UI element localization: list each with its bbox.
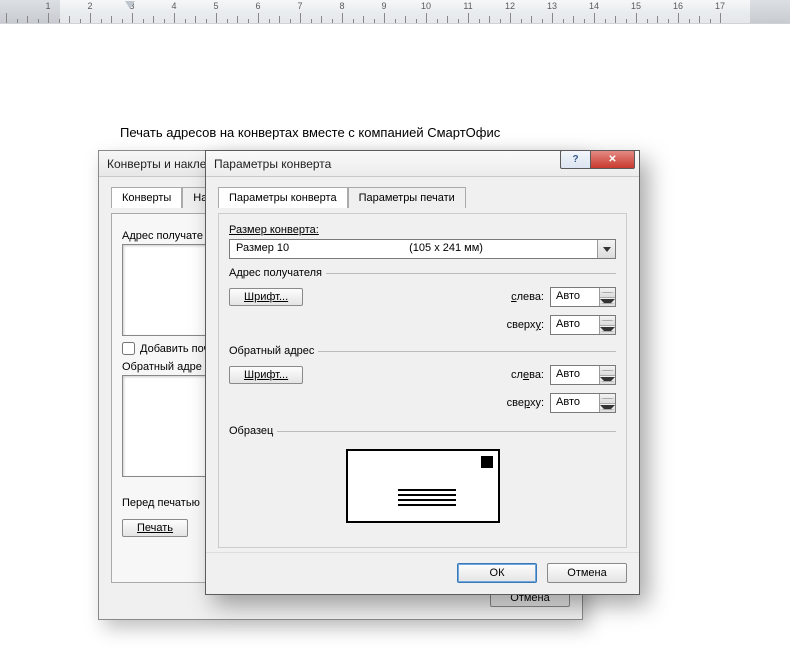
return-top-value: Авто bbox=[551, 394, 599, 412]
recipient-left-spinner[interactable]: Авто bbox=[550, 287, 616, 307]
spinner-up-icon[interactable] bbox=[600, 288, 615, 298]
spinner-up-icon[interactable] bbox=[600, 316, 615, 326]
recipient-top-spinner[interactable]: Авто bbox=[550, 315, 616, 335]
envelope-size-name: Размер 10 bbox=[230, 240, 295, 258]
return-left-spinner[interactable]: Авто bbox=[550, 365, 616, 385]
help-button[interactable]: ? bbox=[560, 150, 590, 169]
close-icon: ✕ bbox=[608, 154, 616, 165]
envelope-options-title: Параметры конверта bbox=[214, 157, 331, 171]
envelope-size-label: Размер конверта: bbox=[229, 224, 616, 236]
cancel-button[interactable]: Отмена bbox=[547, 563, 627, 583]
envelope-size-dim: (105 x 241 мм) bbox=[295, 240, 597, 258]
recipient-left-value: Авто bbox=[551, 288, 599, 306]
stamp-icon bbox=[481, 456, 493, 468]
document-heading: Печать адресов на конвертах вместе с ком… bbox=[120, 125, 500, 140]
return-group-label: Обратный адрес bbox=[229, 345, 314, 357]
recipient-address-input[interactable] bbox=[122, 244, 212, 336]
spinner-down-icon[interactable] bbox=[600, 326, 615, 335]
tab-envelope-options[interactable]: Параметры конверта bbox=[218, 187, 348, 208]
spinner-up-icon[interactable] bbox=[600, 366, 615, 376]
recipient-font-button[interactable]: Шрифт... bbox=[229, 288, 303, 306]
sample-label: Образец bbox=[229, 425, 273, 437]
recipient-left-label: слева: bbox=[511, 291, 544, 303]
envelope-size-dropdown-button[interactable] bbox=[597, 240, 615, 258]
spinner-down-icon[interactable] bbox=[600, 404, 615, 413]
return-left-value: Авто bbox=[551, 366, 599, 384]
tab-envelopes[interactable]: Конверты bbox=[111, 187, 182, 208]
chevron-down-icon bbox=[603, 247, 611, 252]
recipient-group-label: Адрес получателя bbox=[229, 267, 322, 279]
spinner-down-icon[interactable] bbox=[600, 298, 615, 307]
envelope-options-dialog: Параметры конверта ? ✕ Параметры конверт… bbox=[205, 150, 640, 595]
indent-marker-icon[interactable] bbox=[125, 1, 135, 9]
close-button[interactable]: ✕ bbox=[590, 150, 635, 169]
return-left-label: слева: bbox=[511, 369, 544, 381]
add-postage-label: Добавить поч bbox=[140, 343, 209, 355]
spinner-up-icon[interactable] bbox=[600, 394, 615, 404]
recipient-top-label: сверху: bbox=[507, 319, 544, 331]
envelope-preview bbox=[346, 449, 500, 523]
spinner-down-icon[interactable] bbox=[600, 376, 615, 385]
add-postage-checkbox-input[interactable] bbox=[122, 342, 135, 355]
return-top-spinner[interactable]: Авто bbox=[550, 393, 616, 413]
return-font-button[interactable]: Шрифт... bbox=[229, 366, 303, 384]
ruler[interactable]: 1234567891011121314151617 bbox=[0, 0, 790, 24]
return-top-label: сверху: bbox=[507, 397, 544, 409]
tab-print-options[interactable]: Параметры печати bbox=[348, 187, 466, 208]
ok-button[interactable]: ОК bbox=[457, 563, 537, 583]
return-address-input[interactable] bbox=[122, 375, 210, 477]
envelope-size-combo[interactable]: Размер 10 (105 x 241 мм) bbox=[229, 239, 616, 259]
address-lines-icon bbox=[398, 489, 456, 506]
print-button[interactable]: Печать bbox=[122, 519, 188, 537]
recipient-top-value: Авто bbox=[551, 316, 599, 334]
